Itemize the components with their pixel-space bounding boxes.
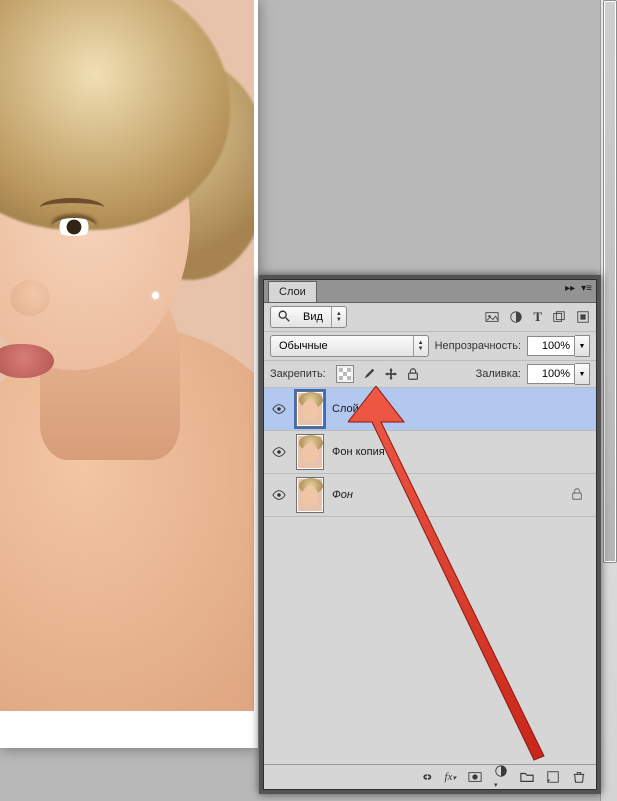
adjustment-layer-icon[interactable]: ▾	[494, 764, 508, 790]
tab-layers[interactable]: Слои	[268, 281, 317, 302]
layers-panel-inner: Слои ▸▸ ▾≡ Вид ▲▼	[263, 279, 597, 790]
lock-transparent-icon[interactable]	[336, 365, 354, 383]
layer-row[interactable]: Слой 1	[264, 388, 596, 431]
layer-thumbnail[interactable]	[296, 477, 324, 513]
lock-move-icon[interactable]	[384, 367, 398, 381]
layers-panel: Слои ▸▸ ▾≡ Вид ▲▼	[259, 275, 601, 794]
document-window	[0, 0, 258, 748]
blend-mode-select[interactable]: Обычные ▲▼	[270, 335, 429, 357]
layer-thumbnail[interactable]	[296, 434, 324, 470]
opacity-input[interactable]: 100% ▼	[527, 335, 590, 357]
fill-label: Заливка:	[476, 368, 521, 380]
search-icon	[271, 309, 295, 326]
link-layers-icon[interactable]	[419, 770, 433, 784]
collapse-icon[interactable]: ▸▸	[565, 283, 575, 294]
lock-all-icon[interactable]	[406, 367, 420, 381]
panel-tabbar: Слои ▸▸ ▾≡	[264, 280, 596, 303]
blend-row: Обычные ▲▼ Непрозрачность: 100% ▼	[264, 332, 596, 361]
layer-row[interactable]: Фон копия	[264, 431, 596, 474]
portrait-photo	[0, 0, 254, 711]
eye-icon	[272, 445, 286, 459]
eye-icon	[272, 488, 286, 502]
eye-icon	[272, 402, 286, 416]
layer-name[interactable]: Слой 1	[332, 403, 368, 415]
lock-icon	[570, 487, 584, 504]
vertical-scrollbar[interactable]	[600, 0, 617, 801]
add-mask-icon[interactable]	[468, 770, 482, 784]
fill-input[interactable]: 100% ▼	[527, 363, 590, 385]
visibility-toggle[interactable]	[270, 445, 288, 459]
layer-fx-icon[interactable]: fx▾	[445, 771, 456, 783]
filter-shape-icon[interactable]	[552, 310, 566, 324]
visibility-toggle[interactable]	[270, 402, 288, 416]
panel-menu-icon[interactable]: ▾≡	[581, 283, 592, 294]
tab-label: Слои	[279, 286, 306, 298]
delete-layer-icon[interactable]	[572, 770, 586, 784]
scrollbar-thumb[interactable]	[603, 0, 617, 563]
chevron-updown-icon: ▲▼	[413, 336, 428, 356]
lock-row: Закрепить: Заливка: 100% ▼	[264, 361, 596, 388]
view-label: Вид	[295, 311, 331, 323]
layer-thumbnail[interactable]	[296, 391, 324, 427]
chevron-down-icon[interactable]: ▼	[575, 363, 590, 385]
chevron-down-icon[interactable]: ▼	[575, 335, 590, 357]
chevron-updown-icon: ▲▼	[331, 307, 346, 327]
layer-name[interactable]: Фон	[332, 489, 353, 501]
fill-value[interactable]: 100%	[527, 364, 575, 384]
layers-bottom-bar: fx▾ ▾	[264, 764, 596, 789]
new-group-icon[interactable]	[520, 770, 534, 784]
layer-name[interactable]: Фон копия	[332, 446, 385, 458]
new-layer-icon[interactable]	[546, 770, 560, 784]
layers-list: Слой 1 Фон копия Фон	[264, 388, 596, 764]
blend-mode-value: Обычные	[271, 340, 336, 352]
filter-type-icon[interactable]: T	[533, 309, 542, 325]
visibility-toggle[interactable]	[270, 488, 288, 502]
filter-row: Вид ▲▼ T	[264, 303, 596, 332]
layer-filter-type[interactable]: Вид ▲▼	[270, 306, 347, 328]
opacity-value[interactable]: 100%	[527, 336, 575, 356]
filter-adjust-icon[interactable]	[509, 310, 523, 324]
filter-pixel-icon[interactable]	[485, 310, 499, 324]
lock-label: Закрепить:	[270, 368, 326, 380]
opacity-label: Непрозрачность:	[435, 340, 521, 352]
image-canvas[interactable]	[0, 0, 254, 711]
lock-brush-icon[interactable]	[362, 367, 376, 381]
layer-row[interactable]: Фон	[264, 474, 596, 517]
filter-smart-icon[interactable]	[576, 310, 590, 324]
workspace: Слои ▸▸ ▾≡ Вид ▲▼	[0, 0, 617, 801]
